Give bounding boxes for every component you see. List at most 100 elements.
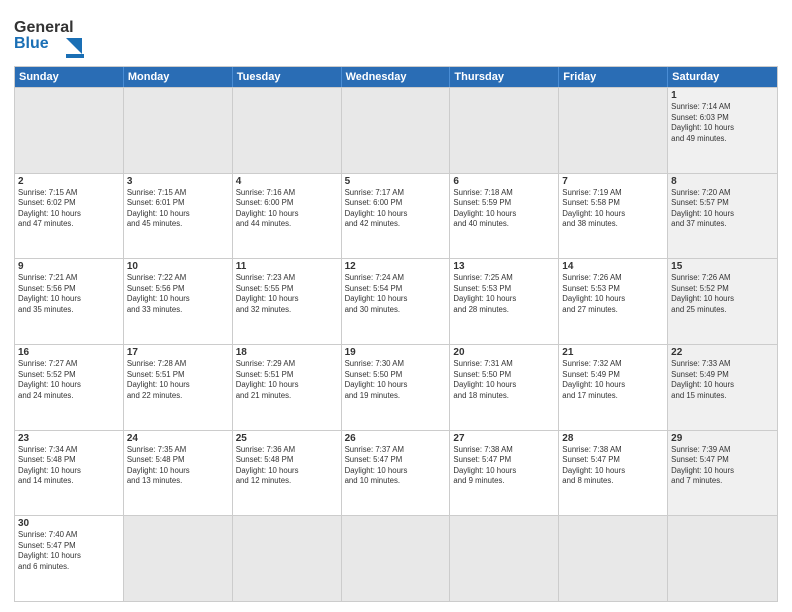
day-info: Sunrise: 7:18 AM Sunset: 5:59 PM Dayligh… bbox=[453, 188, 555, 230]
day-number: 30 bbox=[18, 518, 120, 529]
calendar-cell: 26Sunrise: 7:37 AM Sunset: 5:47 PM Dayli… bbox=[342, 431, 451, 516]
calendar-cell: 25Sunrise: 7:36 AM Sunset: 5:48 PM Dayli… bbox=[233, 431, 342, 516]
calendar-cell: 10Sunrise: 7:22 AM Sunset: 5:56 PM Dayli… bbox=[124, 259, 233, 344]
day-number: 18 bbox=[236, 347, 338, 358]
day-info: Sunrise: 7:21 AM Sunset: 5:56 PM Dayligh… bbox=[18, 273, 120, 315]
day-number: 2 bbox=[18, 176, 120, 187]
day-number: 9 bbox=[18, 261, 120, 272]
header: General Blue bbox=[14, 10, 778, 60]
calendar-cell: 5Sunrise: 7:17 AM Sunset: 6:00 PM Daylig… bbox=[342, 174, 451, 259]
day-number: 26 bbox=[345, 433, 447, 444]
day-number: 28 bbox=[562, 433, 664, 444]
calendar-row: 23Sunrise: 7:34 AM Sunset: 5:48 PM Dayli… bbox=[15, 430, 777, 516]
calendar-cell: 9Sunrise: 7:21 AM Sunset: 5:56 PM Daylig… bbox=[15, 259, 124, 344]
logo-icon: General Blue bbox=[14, 10, 84, 60]
calendar-cell bbox=[559, 516, 668, 601]
day-info: Sunrise: 7:38 AM Sunset: 5:47 PM Dayligh… bbox=[453, 445, 555, 487]
day-number: 5 bbox=[345, 176, 447, 187]
day-number: 1 bbox=[671, 90, 774, 101]
day-number: 6 bbox=[453, 176, 555, 187]
weekday-header: Friday bbox=[559, 67, 668, 87]
calendar-cell bbox=[559, 88, 668, 173]
day-number: 20 bbox=[453, 347, 555, 358]
calendar-row: 2Sunrise: 7:15 AM Sunset: 6:02 PM Daylig… bbox=[15, 173, 777, 259]
calendar-cell bbox=[233, 516, 342, 601]
calendar-cell: 21Sunrise: 7:32 AM Sunset: 5:49 PM Dayli… bbox=[559, 345, 668, 430]
day-number: 27 bbox=[453, 433, 555, 444]
day-number: 17 bbox=[127, 347, 229, 358]
calendar-cell: 27Sunrise: 7:38 AM Sunset: 5:47 PM Dayli… bbox=[450, 431, 559, 516]
day-info: Sunrise: 7:26 AM Sunset: 5:53 PM Dayligh… bbox=[562, 273, 664, 315]
calendar-cell: 16Sunrise: 7:27 AM Sunset: 5:52 PM Dayli… bbox=[15, 345, 124, 430]
weekday-header: Tuesday bbox=[233, 67, 342, 87]
day-info: Sunrise: 7:25 AM Sunset: 5:53 PM Dayligh… bbox=[453, 273, 555, 315]
day-number: 15 bbox=[671, 261, 774, 272]
calendar-cell: 11Sunrise: 7:23 AM Sunset: 5:55 PM Dayli… bbox=[233, 259, 342, 344]
day-number: 8 bbox=[671, 176, 774, 187]
day-info: Sunrise: 7:27 AM Sunset: 5:52 PM Dayligh… bbox=[18, 359, 120, 401]
weekday-header: Wednesday bbox=[342, 67, 451, 87]
day-info: Sunrise: 7:23 AM Sunset: 5:55 PM Dayligh… bbox=[236, 273, 338, 315]
day-number: 25 bbox=[236, 433, 338, 444]
calendar-cell bbox=[15, 88, 124, 173]
weekday-header: Monday bbox=[124, 67, 233, 87]
day-number: 11 bbox=[236, 261, 338, 272]
calendar-row: 16Sunrise: 7:27 AM Sunset: 5:52 PM Dayli… bbox=[15, 344, 777, 430]
svg-text:Blue: Blue bbox=[14, 35, 49, 52]
day-number: 19 bbox=[345, 347, 447, 358]
day-info: Sunrise: 7:34 AM Sunset: 5:48 PM Dayligh… bbox=[18, 445, 120, 487]
day-info: Sunrise: 7:37 AM Sunset: 5:47 PM Dayligh… bbox=[345, 445, 447, 487]
page: General Blue SundayMondayTuesdayWednesda… bbox=[0, 0, 792, 612]
calendar-cell: 18Sunrise: 7:29 AM Sunset: 5:51 PM Dayli… bbox=[233, 345, 342, 430]
calendar-cell: 6Sunrise: 7:18 AM Sunset: 5:59 PM Daylig… bbox=[450, 174, 559, 259]
calendar-cell: 12Sunrise: 7:24 AM Sunset: 5:54 PM Dayli… bbox=[342, 259, 451, 344]
calendar-cell: 29Sunrise: 7:39 AM Sunset: 5:47 PM Dayli… bbox=[668, 431, 777, 516]
day-info: Sunrise: 7:36 AM Sunset: 5:48 PM Dayligh… bbox=[236, 445, 338, 487]
calendar-cell: 17Sunrise: 7:28 AM Sunset: 5:51 PM Dayli… bbox=[124, 345, 233, 430]
day-info: Sunrise: 7:16 AM Sunset: 6:00 PM Dayligh… bbox=[236, 188, 338, 230]
day-info: Sunrise: 7:19 AM Sunset: 5:58 PM Dayligh… bbox=[562, 188, 664, 230]
svg-text:General: General bbox=[14, 19, 74, 36]
calendar-cell: 20Sunrise: 7:31 AM Sunset: 5:50 PM Dayli… bbox=[450, 345, 559, 430]
calendar-cell: 23Sunrise: 7:34 AM Sunset: 5:48 PM Dayli… bbox=[15, 431, 124, 516]
day-info: Sunrise: 7:31 AM Sunset: 5:50 PM Dayligh… bbox=[453, 359, 555, 401]
day-info: Sunrise: 7:17 AM Sunset: 6:00 PM Dayligh… bbox=[345, 188, 447, 230]
day-info: Sunrise: 7:24 AM Sunset: 5:54 PM Dayligh… bbox=[345, 273, 447, 315]
day-info: Sunrise: 7:29 AM Sunset: 5:51 PM Dayligh… bbox=[236, 359, 338, 401]
calendar-cell: 8Sunrise: 7:20 AM Sunset: 5:57 PM Daylig… bbox=[668, 174, 777, 259]
calendar-cell: 30Sunrise: 7:40 AM Sunset: 5:47 PM Dayli… bbox=[15, 516, 124, 601]
day-info: Sunrise: 7:26 AM Sunset: 5:52 PM Dayligh… bbox=[671, 273, 774, 315]
calendar-cell bbox=[450, 88, 559, 173]
day-info: Sunrise: 7:20 AM Sunset: 5:57 PM Dayligh… bbox=[671, 188, 774, 230]
day-info: Sunrise: 7:32 AM Sunset: 5:49 PM Dayligh… bbox=[562, 359, 664, 401]
day-number: 14 bbox=[562, 261, 664, 272]
day-info: Sunrise: 7:15 AM Sunset: 6:02 PM Dayligh… bbox=[18, 188, 120, 230]
calendar: SundayMondayTuesdayWednesdayThursdayFrid… bbox=[14, 66, 778, 602]
day-number: 22 bbox=[671, 347, 774, 358]
calendar-cell bbox=[668, 516, 777, 601]
day-number: 12 bbox=[345, 261, 447, 272]
day-number: 24 bbox=[127, 433, 229, 444]
calendar-cell: 7Sunrise: 7:19 AM Sunset: 5:58 PM Daylig… bbox=[559, 174, 668, 259]
calendar-cell: 19Sunrise: 7:30 AM Sunset: 5:50 PM Dayli… bbox=[342, 345, 451, 430]
weekday-header: Saturday bbox=[668, 67, 777, 87]
calendar-cell bbox=[124, 88, 233, 173]
weekday-header: Sunday bbox=[15, 67, 124, 87]
calendar-row: 30Sunrise: 7:40 AM Sunset: 5:47 PM Dayli… bbox=[15, 515, 777, 601]
day-info: Sunrise: 7:39 AM Sunset: 5:47 PM Dayligh… bbox=[671, 445, 774, 487]
calendar-cell bbox=[124, 516, 233, 601]
day-number: 16 bbox=[18, 347, 120, 358]
day-number: 21 bbox=[562, 347, 664, 358]
day-info: Sunrise: 7:14 AM Sunset: 6:03 PM Dayligh… bbox=[671, 102, 774, 144]
calendar-cell: 4Sunrise: 7:16 AM Sunset: 6:00 PM Daylig… bbox=[233, 174, 342, 259]
day-number: 7 bbox=[562, 176, 664, 187]
day-info: Sunrise: 7:40 AM Sunset: 5:47 PM Dayligh… bbox=[18, 530, 120, 572]
logo: General Blue bbox=[14, 10, 84, 60]
calendar-cell bbox=[233, 88, 342, 173]
day-info: Sunrise: 7:30 AM Sunset: 5:50 PM Dayligh… bbox=[345, 359, 447, 401]
calendar-cell: 1Sunrise: 7:14 AM Sunset: 6:03 PM Daylig… bbox=[668, 88, 777, 173]
calendar-cell: 15Sunrise: 7:26 AM Sunset: 5:52 PM Dayli… bbox=[668, 259, 777, 344]
calendar-cell: 2Sunrise: 7:15 AM Sunset: 6:02 PM Daylig… bbox=[15, 174, 124, 259]
calendar-cell: 24Sunrise: 7:35 AM Sunset: 5:48 PM Dayli… bbox=[124, 431, 233, 516]
calendar-row: 1Sunrise: 7:14 AM Sunset: 6:03 PM Daylig… bbox=[15, 87, 777, 173]
